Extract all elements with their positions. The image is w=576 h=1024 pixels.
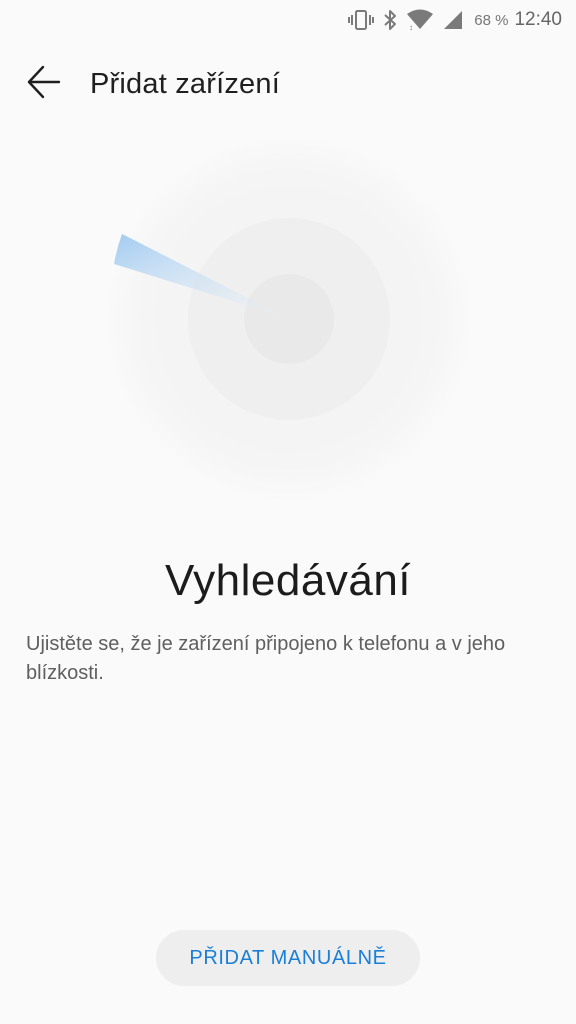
hint-text: Ujistěte se, že je zařízení připojeno k …: [26, 633, 506, 684]
searching-title: Vyhledávání: [164, 556, 412, 605]
clock: 12:40: [514, 9, 562, 30]
status-bar: ↕ 68 % 12:40: [0, 0, 576, 40]
svg-text:↕: ↕: [409, 23, 413, 31]
app-bar: Přidat zařízení: [0, 56, 576, 112]
battery-level: 68 %: [474, 11, 509, 29]
vibrate-icon: [348, 8, 375, 32]
page-title: Přidat zařízení: [90, 67, 280, 100]
bluetooth-icon: [382, 8, 398, 32]
arrow-left-icon: [26, 64, 62, 105]
wifi-icon: ↕: [406, 8, 434, 32]
back-button[interactable]: [24, 64, 64, 104]
add-manually-button[interactable]: PŘIDAT MANUÁLNĚ: [156, 930, 420, 986]
radar-inner-ring: [244, 274, 334, 364]
radar-animation: [104, 134, 474, 504]
signal-icon: [442, 8, 464, 32]
